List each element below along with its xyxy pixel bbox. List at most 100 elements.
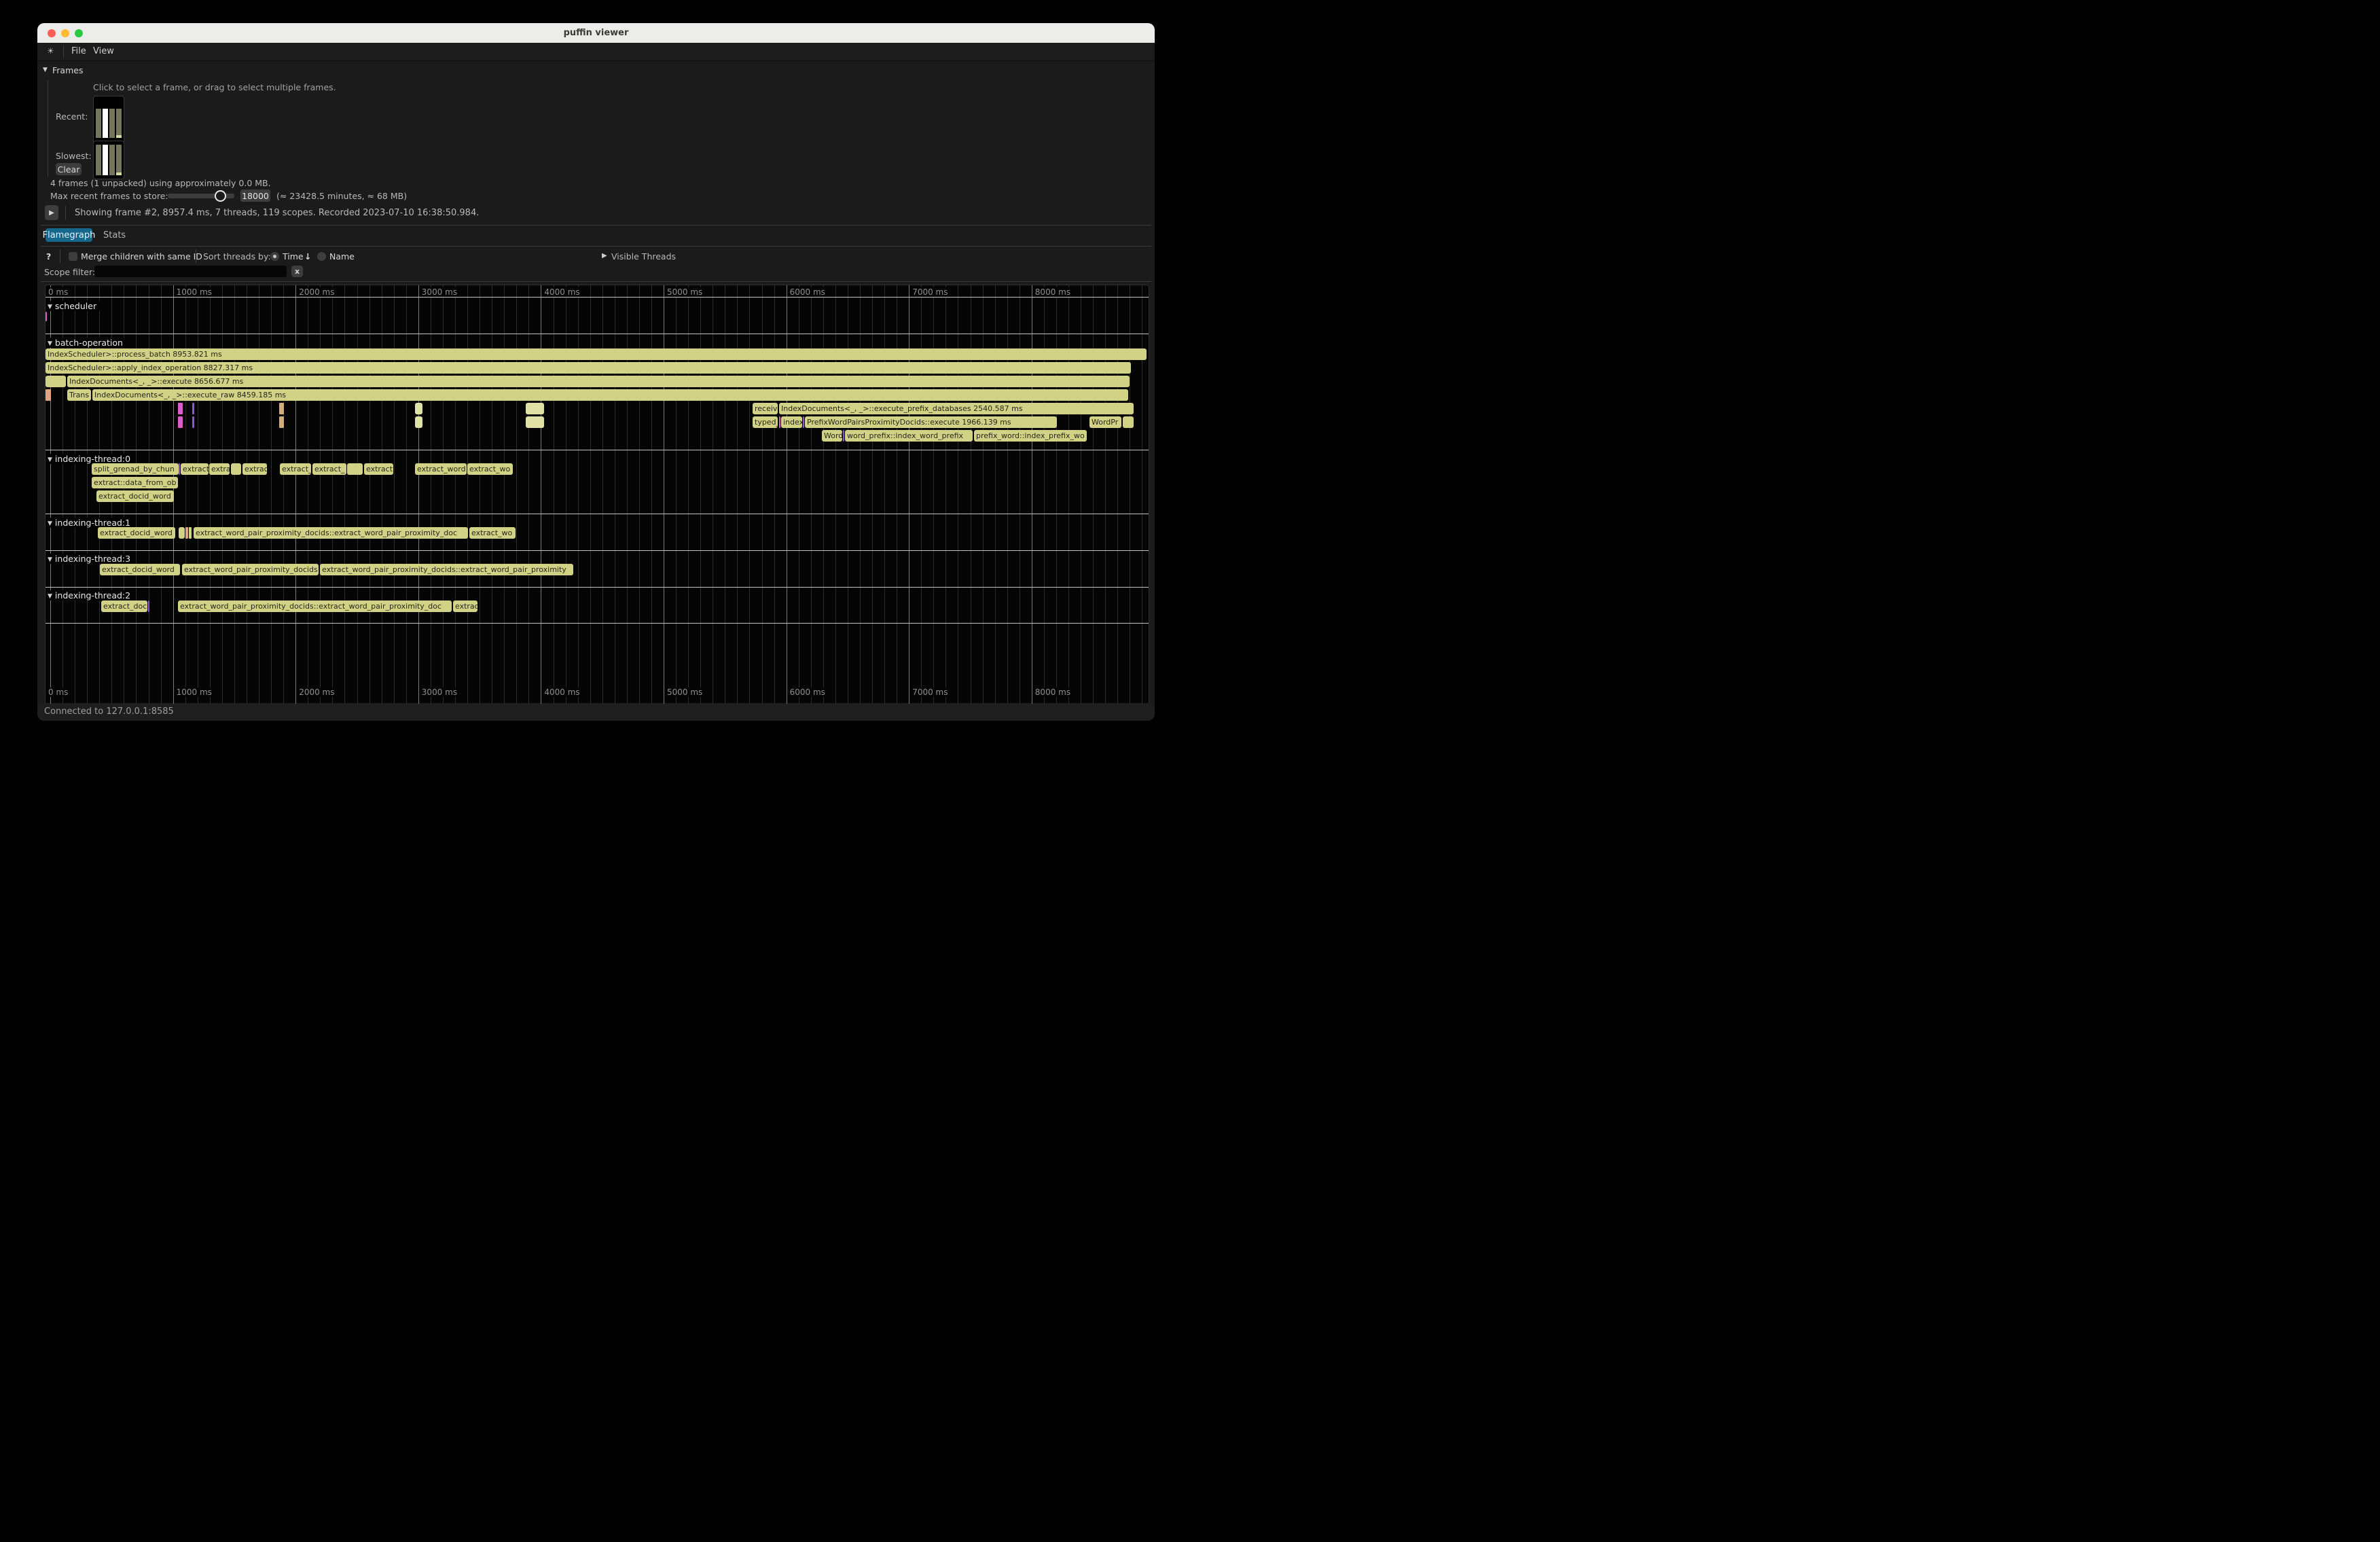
merge-children-label[interactable]: Merge children with same ID — [81, 251, 202, 262]
flame-bar[interactable]: index — [781, 416, 802, 428]
flame-bar[interactable]: IndexScheduler>::process_batch 8953.821 … — [46, 348, 1147, 360]
flame-bar[interactable]: extract_docid_word — [98, 527, 175, 539]
flame-bar[interactable]: IndexDocuments<_, _>::execute_raw 8459.1… — [92, 389, 1128, 401]
thread-header-batch-operation[interactable]: ▼batch-operation — [46, 338, 127, 348]
frame-mini-bar[interactable] — [96, 145, 101, 175]
flame-bar[interactable]: IndexDocuments<_, _>::execute 8656.677 m… — [67, 376, 1130, 387]
clear-frames-button[interactable]: Clear — [56, 163, 82, 175]
flame-bar[interactable]: extract_doc — [101, 600, 147, 612]
thread-header-indexing-thread:3[interactable]: ▼indexing-thread:3 — [46, 554, 134, 564]
flame-bar[interactable]: WordPr — [1089, 416, 1121, 428]
flame-bar[interactable] — [415, 403, 422, 414]
thread-header-indexing-thread:0[interactable]: ▼indexing-thread:0 — [46, 454, 134, 464]
flame-tick[interactable] — [279, 416, 284, 428]
flame-tick[interactable] — [192, 416, 194, 428]
thread-header-indexing-thread:2[interactable]: ▼indexing-thread:2 — [46, 590, 134, 600]
flame-tick[interactable] — [178, 416, 183, 428]
flame-bar[interactable]: IndexDocuments<_, _>::execute_prefix_dat… — [779, 403, 1134, 414]
thread-header-indexing-thread:1[interactable]: ▼indexing-thread:1 — [46, 518, 134, 528]
menu-file[interactable]: File — [71, 46, 86, 56]
max-frames-value[interactable]: 18000 — [240, 190, 270, 202]
close-window-button[interactable] — [48, 29, 56, 37]
visible-threads-label[interactable]: Visible Threads — [611, 251, 676, 262]
frame-mini-bar[interactable] — [109, 109, 115, 138]
frame-mini-bar[interactable] — [103, 145, 108, 175]
flame-bar[interactable]: extract_wo — [467, 463, 513, 475]
flame-bar[interactable]: typed_chunk::w — [753, 416, 778, 428]
visible-threads-collapse-icon[interactable]: ▶ — [602, 252, 607, 259]
flame-bar[interactable]: extrac — [453, 600, 477, 612]
menu-view[interactable]: View — [93, 46, 114, 56]
flame-bar[interactable]: extract — [364, 463, 393, 475]
sort-direction-arrow-icon[interactable]: ↓ — [304, 251, 311, 262]
max-frames-slider-knob[interactable] — [215, 190, 226, 202]
clear-filter-button[interactable]: x — [291, 266, 303, 277]
time-axis-label-top: 5000 ms — [666, 287, 704, 297]
flame-bar[interactable]: extract_word_pair_proximity_docids::extr… — [178, 600, 452, 612]
flame-bar[interactable]: extrac — [242, 463, 267, 475]
flame-bar[interactable]: extract_wo — [469, 527, 516, 539]
flame-tick[interactable] — [178, 403, 183, 414]
flame-tick[interactable] — [843, 430, 844, 442]
flame-tick[interactable] — [179, 463, 180, 475]
flame-tick[interactable] — [803, 416, 804, 428]
flame-bar[interactable]: extract::data_from_ob — [92, 477, 178, 488]
flame-bar[interactable] — [179, 527, 185, 539]
flame-bar[interactable]: extra — [209, 463, 230, 475]
flame-bar[interactable]: IndexScheduler>::apply_index_operation 8… — [46, 362, 1131, 374]
frame-mini-bar[interactable] — [116, 109, 122, 138]
flame-bar[interactable]: extract — [181, 463, 209, 475]
frame-mini-bar[interactable] — [109, 145, 115, 175]
flame-bar[interactable]: Trans — [67, 389, 91, 401]
flame-bar[interactable]: word_prefix::index_word_prefix — [845, 430, 973, 442]
sort-time-label[interactable]: Time — [283, 251, 304, 262]
flame-bar[interactable]: split_grenad_by_chun — [92, 463, 179, 475]
frame-mini-bar[interactable] — [116, 145, 122, 175]
merge-children-checkbox[interactable] — [69, 252, 77, 261]
flame-bar[interactable]: extract_docid_word — [96, 490, 174, 502]
flame-bar[interactable]: extract_word — [415, 463, 467, 475]
flame-bar[interactable]: prefix_word::index_prefix_wo — [974, 430, 1087, 442]
zoom-window-button[interactable] — [75, 29, 83, 37]
flame-bar[interactable] — [1123, 416, 1134, 428]
frame-mini-bar[interactable] — [103, 109, 108, 138]
sort-name-radio[interactable] — [317, 252, 326, 261]
flame-bar[interactable] — [526, 403, 544, 414]
flame-tick[interactable] — [148, 600, 149, 612]
play-button[interactable]: ▶ — [45, 205, 58, 220]
flame-bar[interactable]: extract_ — [280, 463, 311, 475]
flame-bar[interactable] — [526, 416, 544, 428]
flame-tick[interactable] — [189, 527, 192, 539]
flame-bar[interactable]: extract_word_pair_proximity_docids::extr… — [194, 527, 468, 539]
frame-mini-bar[interactable] — [96, 109, 101, 138]
flame-tick[interactable] — [185, 527, 188, 539]
flame-tick[interactable] — [192, 403, 194, 414]
tab-stats[interactable]: Stats — [103, 230, 126, 240]
flame-tick[interactable] — [779, 416, 780, 428]
theme-sun-icon[interactable]: ☀ — [47, 46, 54, 56]
flame-bar[interactable] — [46, 376, 66, 387]
flame-bar[interactable]: extract_word_pair_proximity_docids — [182, 564, 319, 575]
flame-tick[interactable] — [46, 389, 51, 401]
sort-name-label[interactable]: Name — [329, 251, 355, 262]
flame-bar[interactable]: extract_docid_word — [100, 564, 180, 575]
thread-header-scheduler[interactable]: ▼scheduler — [46, 301, 101, 311]
frames-collapse-icon[interactable]: ▼ — [43, 67, 48, 73]
tab-flamegraph[interactable]: Flamegraph — [46, 228, 92, 242]
flamegraph-canvas[interactable]: 0 ms1000 ms2000 ms3000 ms4000 ms5000 ms6… — [45, 285, 1149, 704]
flame-tick[interactable] — [46, 312, 47, 321]
flame-bar[interactable] — [347, 463, 363, 475]
slowest-frames-thumbnail[interactable] — [93, 141, 124, 179]
sort-time-radio[interactable] — [270, 252, 279, 261]
flame-bar[interactable]: receive_typed_ — [753, 403, 778, 414]
help-button[interactable]: ? — [46, 251, 51, 262]
scope-filter-input[interactable] — [94, 266, 287, 277]
flame-bar[interactable] — [415, 416, 422, 428]
flame-tick[interactable] — [279, 403, 284, 414]
flame-bar[interactable]: extract_word_pair_proximity_docids::extr… — [320, 564, 573, 575]
minimize-window-button[interactable] — [61, 29, 69, 37]
flame-bar[interactable]: Word — [822, 430, 842, 442]
flame-bar[interactable]: extract_ — [312, 463, 346, 475]
flame-bar[interactable] — [231, 463, 241, 475]
flame-bar[interactable]: PrefixWordPairsProximityDocids::execute … — [805, 416, 1057, 428]
